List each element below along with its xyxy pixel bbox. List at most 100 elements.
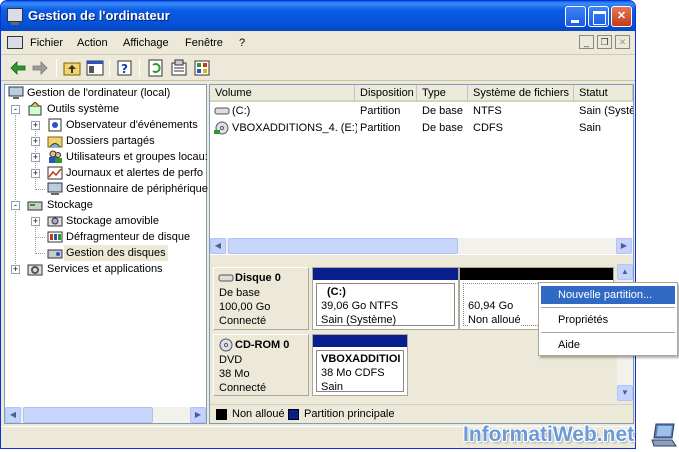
export-icon[interactable] <box>193 59 211 77</box>
scroll-left-icon[interactable]: ◀ <box>210 238 226 254</box>
disk-size: 38 Mo <box>219 368 250 380</box>
child-minimize-button[interactable]: _ <box>579 35 594 49</box>
cell-disposition: Partition <box>360 122 401 134</box>
scroll-thumb[interactable] <box>228 238 458 254</box>
volume-list-horizontal-scrollbar[interactable]: ◀ ▶ <box>210 238 633 254</box>
tree-connector <box>35 237 45 238</box>
menu-fenetre[interactable]: Fenêtre <box>185 37 223 49</box>
collapse-icon[interactable]: - <box>11 201 20 210</box>
toolbar-separator <box>56 59 57 77</box>
properties-icon[interactable] <box>170 59 188 77</box>
show-hide-tree-icon[interactable] <box>86 59 104 77</box>
storage-icon <box>27 198 43 212</box>
toolbar-separator <box>139 59 140 77</box>
disk-management-icon <box>47 246 63 260</box>
toolbar: ? <box>1 56 635 81</box>
menu-item-new-partition[interactable]: Nouvelle partition... <box>541 286 675 304</box>
legend-swatch-primary <box>288 409 299 420</box>
expand-icon[interactable]: + <box>31 121 40 130</box>
removable-storage-icon <box>47 214 63 228</box>
tree-label: Utilisateurs et groupes locau: <box>66 151 208 163</box>
forward-icon[interactable] <box>31 59 49 77</box>
child-close-button[interactable]: ✕ <box>615 35 630 49</box>
partition-status: Non alloué <box>468 314 521 326</box>
menu-help[interactable]: ? <box>239 37 245 49</box>
disk-type: De base <box>219 287 260 299</box>
scroll-up-icon[interactable]: ▲ <box>617 264 633 280</box>
scroll-thumb[interactable] <box>23 407 153 423</box>
tree-horizontal-scrollbar[interactable]: ◀ ▶ <box>5 407 206 423</box>
expand-icon[interactable]: + <box>31 217 40 226</box>
context-menu: Nouvelle partition... Propriétés Aide <box>538 282 678 356</box>
close-button[interactable]: ✕ <box>611 6 632 27</box>
column-header-filesystem[interactable]: Système de fichiers <box>468 85 574 102</box>
expand-icon[interactable]: + <box>31 169 40 178</box>
minimize-button[interactable] <box>565 6 586 27</box>
tree-item-shared-folders[interactable]: + Dossiers partagés <box>5 133 205 149</box>
laptop-logo-icon <box>650 421 678 449</box>
column-header-disposition[interactable]: Disposition <box>355 85 417 102</box>
partition-c[interactable]: (C:) 39,06 Go NTFS Sain (Système) <box>312 267 459 330</box>
menu-action[interactable]: Action <box>77 37 108 49</box>
computer-management-icon <box>7 8 23 25</box>
expand-icon[interactable]: + <box>31 153 40 162</box>
refresh-icon[interactable] <box>147 59 165 77</box>
disk-type: DVD <box>219 354 243 366</box>
watermark-text: InformatiWeb.net <box>463 423 635 446</box>
cell-filesystem: NTFS <box>473 105 502 117</box>
toolbar-separator <box>109 59 110 77</box>
tree-label: Stockage amovible <box>66 215 159 227</box>
tree-item-device-manager[interactable]: Gestionnaire de périphérique <box>5 181 208 197</box>
partition-detail: 60,94 Go <box>468 300 514 312</box>
cd-drive-icon <box>214 121 230 135</box>
scroll-down-icon[interactable]: ▼ <box>617 385 633 401</box>
scroll-right-icon[interactable]: ▶ <box>616 238 632 254</box>
title-bar[interactable]: Gestion de l'ordinateur ✕ <box>1 1 635 31</box>
tree-item-disk-management[interactable]: Gestion des disques <box>5 245 205 261</box>
help-icon[interactable]: ? <box>116 59 134 77</box>
tree-item-removable-storage[interactable]: + Stockage amovible <box>5 213 205 229</box>
expand-icon[interactable]: + <box>11 265 20 274</box>
tree-item-stockage[interactable]: - Stockage <box>5 197 205 213</box>
partition-cdrom[interactable]: VBOXADDITIOI 38 Mo CDFS Sain <box>312 334 408 396</box>
details-pane: Volume Disposition Type Système de fichi… <box>209 84 634 424</box>
window-title: Gestion de l'ordinateur <box>28 8 170 23</box>
collapse-icon[interactable]: - <box>11 105 20 114</box>
disk-icon <box>218 271 234 285</box>
column-header-volume[interactable]: Volume <box>210 85 355 102</box>
cell-status: Sain (Systè <box>579 105 633 117</box>
column-header-status[interactable]: Statut <box>574 85 633 102</box>
scroll-left-icon[interactable]: ◀ <box>5 407 21 423</box>
unallocated-bar <box>460 268 613 280</box>
cell-disposition: Partition <box>360 105 401 117</box>
menu-affichage[interactable]: Affichage <box>123 37 169 49</box>
tree-item-event-viewer[interactable]: + Observateur d'événements <box>5 117 205 133</box>
tree-connector <box>35 189 45 190</box>
partition-detail: 38 Mo CDFS <box>321 367 385 379</box>
back-icon[interactable] <box>9 59 27 77</box>
expand-icon[interactable]: + <box>31 137 40 146</box>
disk-0-label[interactable]: Disque 0 De base 100,00 Go Connecté <box>213 267 309 330</box>
device-manager-icon <box>47 182 63 196</box>
scroll-right-icon[interactable]: ▶ <box>190 407 206 423</box>
maximize-button[interactable] <box>588 6 609 27</box>
up-folder-icon[interactable] <box>63 59 81 77</box>
tree-label: Défragmenteur de disque <box>66 231 191 243</box>
tree-item-defragmenter[interactable]: Défragmenteur de disque <box>5 229 205 245</box>
tree-item-outils-systeme[interactable]: - Outils système <box>5 101 205 117</box>
cell-filesystem: CDFS <box>473 122 503 134</box>
tree-item-perf-logs[interactable]: + Journaux et alertes de perfo <box>5 165 205 181</box>
cdrom-0-label[interactable]: CD-ROM 0 DVD 38 Mo Connecté <box>213 334 309 396</box>
primary-partition-bar <box>313 268 458 280</box>
volume-list: Volume Disposition Type Système de fichi… <box>210 85 633 255</box>
menu-item-properties[interactable]: Propriétés <box>541 311 675 329</box>
tree-item-local-users[interactable]: + Utilisateurs et groupes locau: <box>5 149 208 165</box>
computer-icon <box>8 86 24 100</box>
users-icon <box>47 150 63 164</box>
menu-fichier[interactable]: Fichier <box>30 37 63 49</box>
column-header-type[interactable]: Type <box>417 85 468 102</box>
child-restore-button[interactable]: ❐ <box>597 35 612 49</box>
console-doc-icon[interactable] <box>7 36 23 49</box>
tree-item-services[interactable]: + Services et applications <box>5 261 205 277</box>
menu-item-help[interactable]: Aide <box>541 336 675 354</box>
